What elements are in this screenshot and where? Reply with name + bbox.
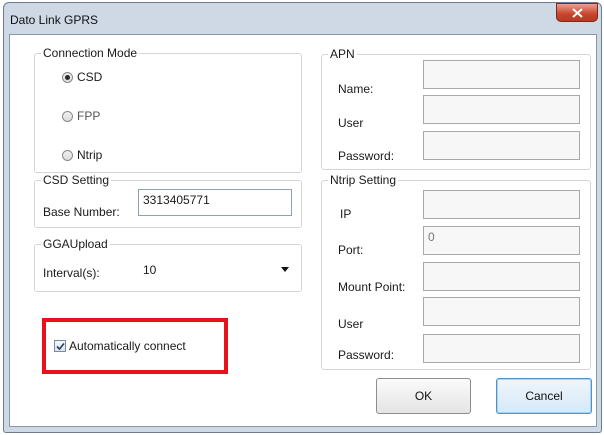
radio-csd[interactable]: CSD — [62, 70, 102, 84]
checkmark-icon — [56, 342, 65, 351]
ntrip-mount-point-label: Mount Point: — [338, 280, 406, 294]
radio-ntrip[interactable]: Ntrip — [62, 148, 102, 162]
ntrip-port-input[interactable]: 0 — [423, 226, 580, 255]
base-number-value: 3313405771 — [143, 193, 210, 207]
dropdown-arrow-icon — [281, 267, 289, 272]
ntrip-password-input[interactable] — [423, 334, 580, 363]
ntrip-mount-point-input[interactable] — [423, 262, 580, 291]
apn-user-label: User — [338, 116, 364, 130]
apn-password-input[interactable] — [423, 131, 580, 160]
interval-label: Interval(s): — [43, 266, 100, 280]
gga-upload-legend: GGAUpload — [41, 237, 110, 251]
radio-ntrip-indicator — [62, 149, 73, 161]
interval-value: 10 — [143, 263, 157, 277]
ntrip-setting-legend: Ntrip Setting — [328, 173, 399, 187]
ntrip-port-value: 0 — [428, 230, 435, 244]
ntrip-port-label: Port: — [338, 243, 364, 257]
base-number-label: Base Number: — [43, 205, 120, 219]
apn-user-input[interactable] — [423, 95, 580, 124]
apn-password-label: Password: — [338, 149, 395, 163]
apn-name-input[interactable] — [423, 60, 580, 89]
radio-csd-indicator — [62, 71, 73, 83]
close-icon — [572, 8, 583, 18]
ntrip-user-input[interactable] — [423, 297, 580, 326]
ok-button[interactable]: OK — [376, 378, 471, 414]
window-title: Dato Link GPRS — [10, 13, 99, 27]
auto-connect-label: Automatically connect — [69, 339, 186, 353]
radio-fpp-label: FPP — [77, 109, 101, 123]
csd-setting-legend: CSD Setting — [41, 173, 112, 187]
connection-mode-legend: Connection Mode — [41, 46, 140, 60]
close-button[interactable] — [556, 3, 598, 22]
ntrip-ip-label: IP — [340, 207, 352, 221]
apn-legend: APN — [328, 47, 357, 61]
radio-csd-label: CSD — [77, 70, 103, 84]
title-bar[interactable]: Dato Link GPRS — [4, 3, 601, 33]
apn-name-label: Name: — [338, 82, 374, 96]
radio-ntrip-label: Ntrip — [77, 148, 103, 162]
ntrip-password-label: Password: — [338, 348, 395, 362]
radio-fpp[interactable]: FPP — [62, 109, 100, 123]
ntrip-ip-input[interactable] — [423, 190, 580, 219]
interval-select[interactable]: 10 — [141, 261, 291, 281]
auto-connect-checkbox[interactable] — [54, 340, 66, 352]
base-number-input[interactable]: 3313405771 — [138, 189, 292, 216]
ntrip-user-label: User — [338, 317, 364, 331]
cancel-button[interactable]: Cancel — [496, 378, 592, 414]
radio-fpp-indicator — [62, 110, 73, 122]
